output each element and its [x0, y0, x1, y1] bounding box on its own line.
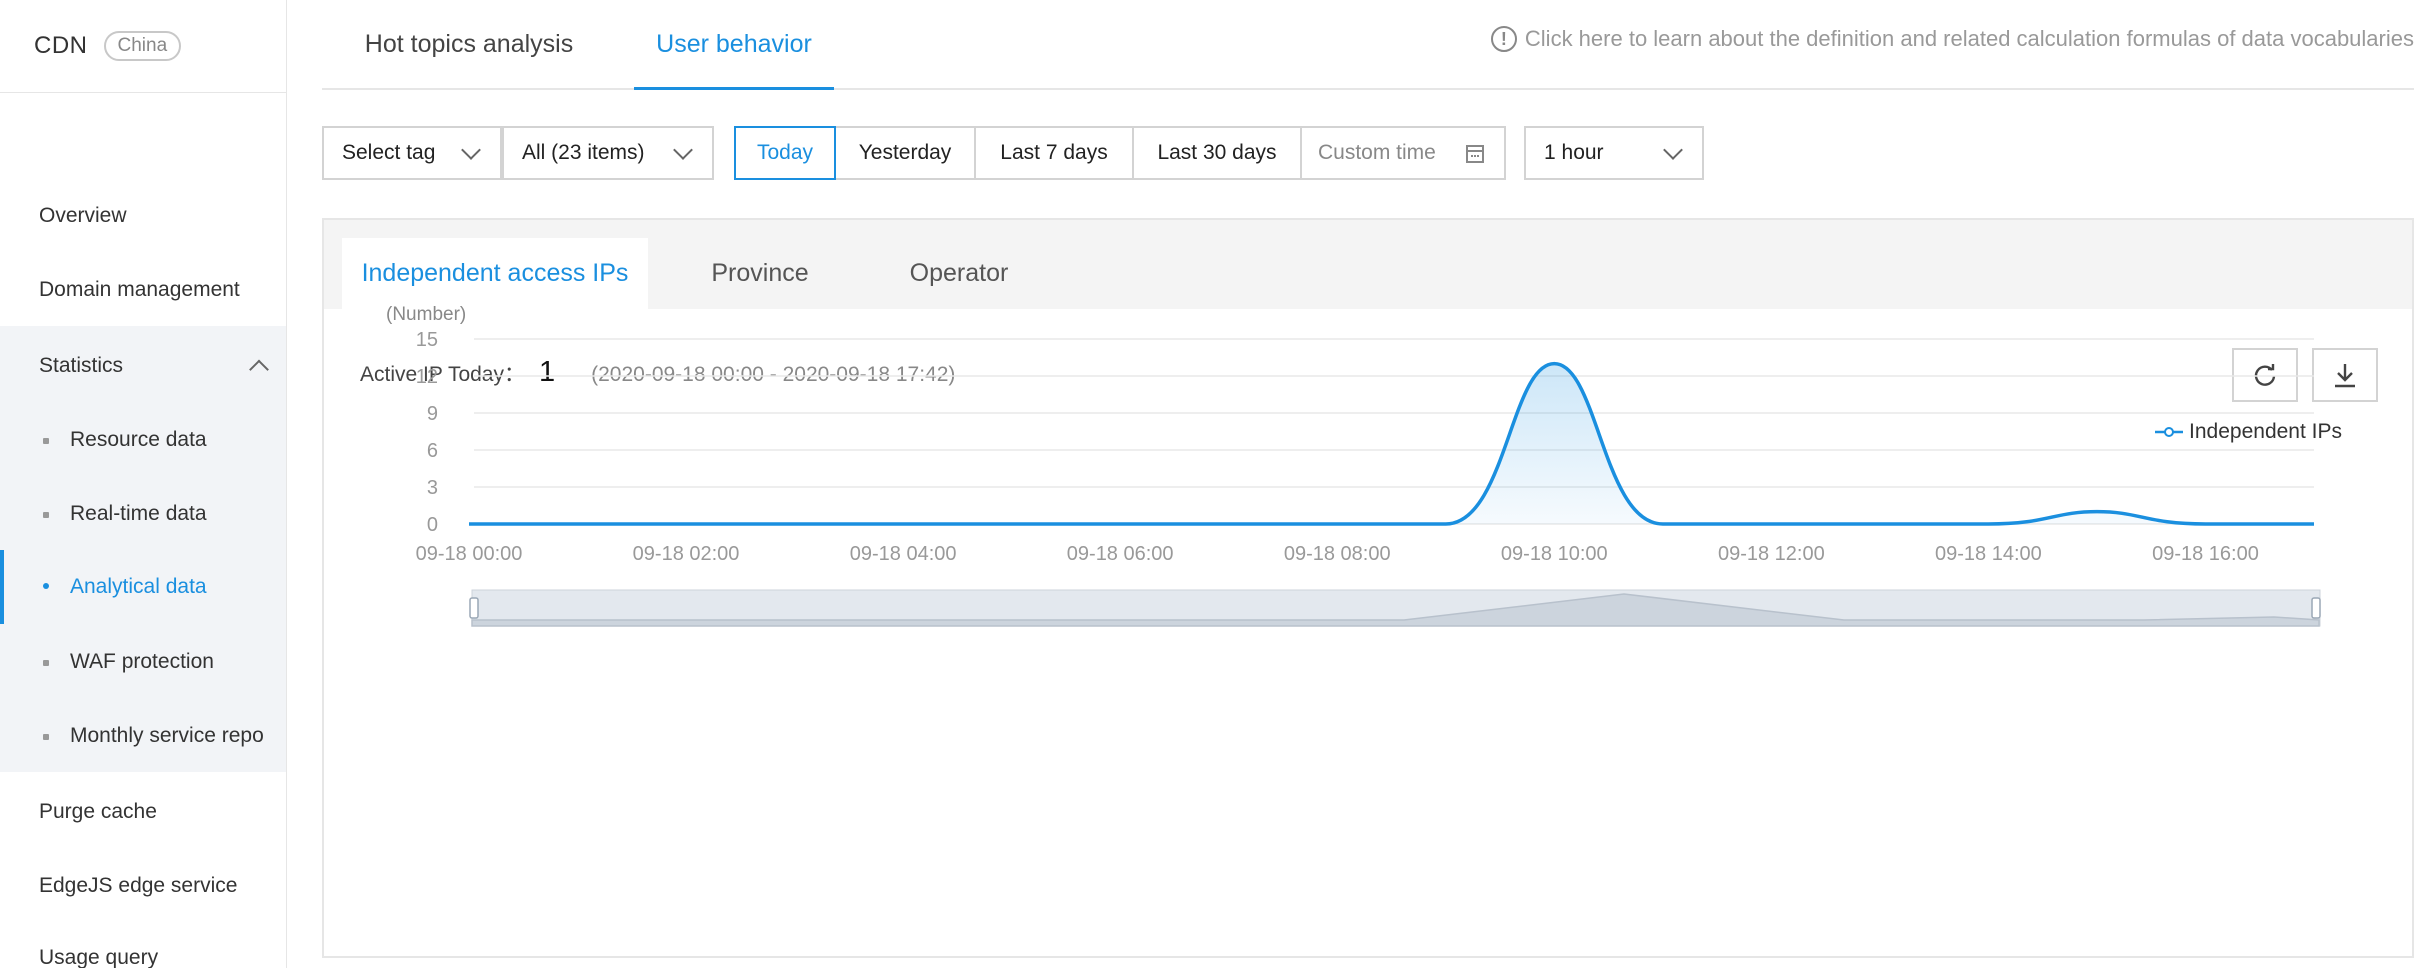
zoom-handle-left[interactable]: [469, 597, 479, 619]
x-tick-label: 09-18 02:00: [633, 543, 740, 565]
product-name: CDN: [34, 32, 88, 59]
tab-hot-topics-analysis[interactable]: Hot topics analysis: [322, 0, 616, 88]
items-dropdown[interactable]: All (23 items): [502, 126, 714, 180]
x-tick-label: 09-18 10:00: [1501, 543, 1608, 565]
region-badge[interactable]: China: [103, 31, 182, 61]
sidebar-item-purge-cache[interactable]: Purge cache: [0, 780, 286, 844]
line-chart: (Number) 0 3 6 9 12 15 09-18 00:00 09-18 02:00 09…: [386, 304, 2321, 627]
sidebar-item-label: Monthly service repo: [70, 724, 264, 747]
sidebar-subitem-resource-data[interactable]: Resource data: [0, 408, 286, 472]
info-circle-icon: !: [1490, 26, 1517, 52]
sidebar-item-domain-management[interactable]: Domain management: [0, 258, 286, 322]
y-tick-label: 6: [427, 440, 438, 462]
chevron-down-icon: [673, 140, 693, 160]
sidebar-subitem-real-time-data[interactable]: Real-time data: [0, 482, 286, 546]
zoom-handle-right[interactable]: [2311, 597, 2321, 619]
top-tabs: Hot topics analysis User behavior ! Clic…: [322, 0, 2414, 90]
sidebar-subitem-monthly-service-report[interactable]: Monthly service repo: [0, 704, 286, 768]
help-text: Click here to learn about the definition…: [1524, 26, 2414, 51]
x-tick-label: 09-18 06:00: [1067, 543, 1174, 565]
x-tick-label: 09-18 04:00: [850, 543, 957, 565]
x-tick-label: 09-18 16:00: [2152, 543, 2259, 565]
series-area: [469, 363, 2314, 524]
range-yesterday-button[interactable]: Yesterday: [834, 126, 976, 180]
y-tick-label: 0: [427, 514, 438, 536]
y-tick-label: 12: [416, 366, 438, 388]
bullet-icon: [43, 734, 49, 740]
bullet-icon: [43, 512, 49, 518]
dropdown-value: All (23 items): [522, 141, 645, 164]
bullet-icon: [43, 438, 49, 444]
brand: CDN China: [34, 28, 182, 64]
chevron-up-icon: [249, 359, 269, 380]
y-unit-label: (Number): [386, 304, 466, 325]
sidebar-item-label: Real-time data: [70, 502, 207, 525]
dropdown-value: Select tag: [342, 141, 436, 164]
chevron-down-icon: [1663, 140, 1683, 160]
help-link[interactable]: ! Click here to learn about the definiti…: [1490, 26, 2414, 52]
custom-time-label: Custom time: [1318, 141, 1436, 164]
y-tick-label: 9: [427, 403, 438, 425]
x-tick-label: 09-18 00:00: [416, 543, 523, 565]
dropdown-value: 1 hour: [1544, 141, 1604, 164]
active-indicator: [0, 550, 4, 624]
sidebar-subitem-waf-protection[interactable]: WAF protection: [0, 630, 286, 694]
sidebar-item-edgejs[interactable]: EdgeJS edge service: [0, 854, 286, 918]
chevron-down-icon: [461, 140, 481, 160]
sidebar-item-label: Statistics: [39, 354, 124, 377]
y-tick-label: 3: [427, 477, 438, 499]
x-tick-label: 09-18 12:00: [1718, 543, 1825, 565]
sidebar-item-label: Resource data: [70, 428, 207, 451]
sidebar-item-label: WAF protection: [70, 650, 214, 673]
bullet-icon: [43, 583, 49, 589]
y-tick-label: 15: [416, 329, 438, 351]
range-today-button[interactable]: Today: [734, 126, 836, 180]
x-tick-label: 09-18 14:00: [1935, 543, 2042, 565]
divider: [0, 92, 286, 93]
sidebar-subitem-analytical-data[interactable]: Analytical data: [0, 550, 286, 624]
bullet-icon: [43, 660, 49, 666]
sidebar-item-label: Analytical data: [70, 575, 207, 598]
range-last-7-days-button[interactable]: Last 7 days: [974, 126, 1134, 180]
calendar-icon: [1466, 145, 1484, 163]
sidebar: CDN China Overview Domain management Sta…: [0, 0, 287, 968]
sidebar-item-usage-query[interactable]: Usage query: [0, 926, 286, 968]
chart-panel: Independent access IPs Province Operator…: [322, 218, 2414, 958]
range-last-30-days-button[interactable]: Last 30 days: [1132, 126, 1302, 180]
select-tag-dropdown[interactable]: Select tag: [322, 126, 502, 180]
x-tick-label: 09-18 08:00: [1284, 543, 1391, 565]
custom-time-picker[interactable]: Custom time: [1300, 126, 1506, 180]
series-line: [469, 361, 2314, 526]
sidebar-item-statistics[interactable]: Statistics: [0, 334, 286, 398]
sidebar-item-overview[interactable]: Overview: [0, 184, 286, 248]
tab-user-behavior[interactable]: User behavior: [634, 0, 834, 90]
granularity-dropdown[interactable]: 1 hour: [1524, 126, 1704, 180]
